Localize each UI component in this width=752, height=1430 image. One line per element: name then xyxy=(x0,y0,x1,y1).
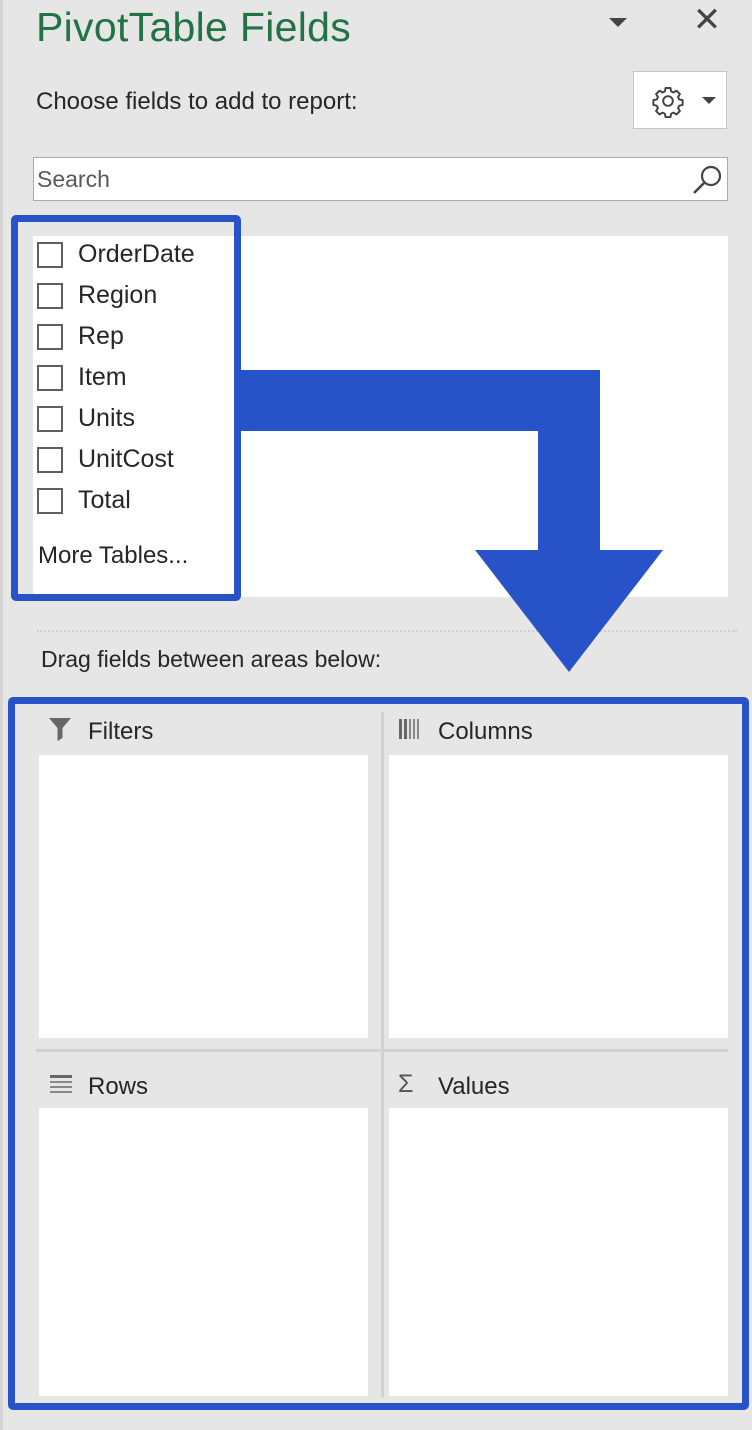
checkbox[interactable] xyxy=(37,324,63,350)
filters-drop-zone[interactable] xyxy=(39,755,368,1038)
columns-area-header: Columns xyxy=(398,712,718,752)
field-item-orderdate[interactable]: OrderDate xyxy=(37,238,227,272)
filters-area-header: Filters xyxy=(48,712,368,752)
field-label: OrderDate xyxy=(78,240,195,268)
columns-icon xyxy=(399,719,419,739)
checkbox[interactable] xyxy=(37,242,63,268)
choose-fields-label: Choose fields to add to report: xyxy=(36,88,358,115)
pane-title: PivotTable Fields xyxy=(36,4,352,50)
rows-area-header: Rows xyxy=(48,1067,368,1107)
field-item-rep[interactable]: Rep xyxy=(37,320,227,354)
rows-icon xyxy=(50,1075,72,1093)
columns-label: Columns xyxy=(438,718,533,745)
rows-drop-zone[interactable] xyxy=(39,1108,368,1396)
values-drop-zone[interactable] xyxy=(389,1108,728,1396)
field-label: Item xyxy=(78,363,127,391)
area-divider-horizontal xyxy=(36,1049,728,1052)
search-input[interactable] xyxy=(37,160,677,198)
field-label: Units xyxy=(78,404,135,432)
more-tables-link[interactable]: More Tables... xyxy=(38,542,188,570)
chevron-down-icon xyxy=(702,97,716,104)
field-label: UnitCost xyxy=(78,445,174,473)
field-item-unitcost[interactable]: UnitCost xyxy=(37,443,227,477)
field-label: Rep xyxy=(78,322,124,350)
close-icon[interactable]: ✕ xyxy=(689,2,725,38)
field-label: Region xyxy=(78,281,158,309)
tools-button[interactable] xyxy=(633,71,727,129)
field-item-region[interactable]: Region xyxy=(37,279,227,313)
area-divider-vertical xyxy=(381,712,384,1397)
pivottable-fields-pane: PivotTable Fields ✕ Choose fields to add… xyxy=(0,0,752,1430)
field-item-total[interactable]: Total xyxy=(37,484,227,518)
checkbox[interactable] xyxy=(37,447,63,473)
search-box[interactable] xyxy=(33,157,728,201)
values-area-header: Σ Values xyxy=(398,1067,718,1107)
section-divider xyxy=(37,630,737,632)
rows-label: Rows xyxy=(88,1073,149,1100)
checkbox[interactable] xyxy=(37,283,63,309)
filter-icon xyxy=(49,718,71,741)
gear-icon xyxy=(652,86,684,118)
columns-drop-zone[interactable] xyxy=(389,755,728,1038)
checkbox[interactable] xyxy=(37,488,63,514)
checkbox[interactable] xyxy=(37,365,63,391)
checkbox[interactable] xyxy=(37,406,63,432)
values-label: Values xyxy=(438,1073,510,1100)
sigma-icon: Σ xyxy=(398,1070,414,1098)
field-item-item[interactable]: Item xyxy=(37,361,227,395)
filters-label: Filters xyxy=(88,718,154,745)
drag-fields-label: Drag fields between areas below: xyxy=(41,646,382,672)
search-icon[interactable] xyxy=(690,162,726,198)
pane-options-dropdown-icon[interactable] xyxy=(601,8,635,38)
field-label: Total xyxy=(78,486,131,514)
field-item-units[interactable]: Units xyxy=(37,402,227,436)
